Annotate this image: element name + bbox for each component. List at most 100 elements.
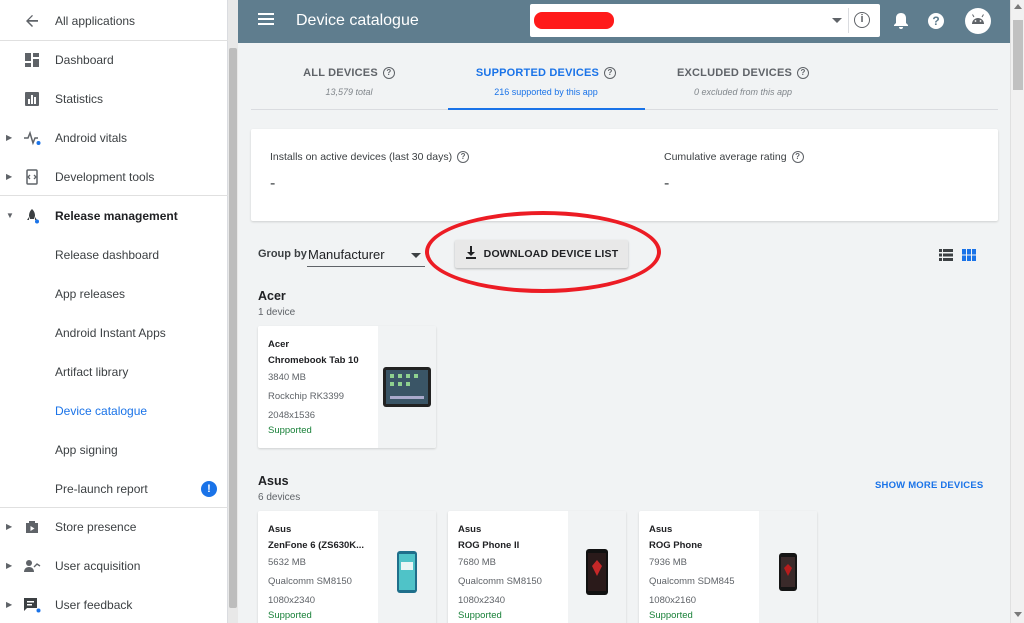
hamburger-menu-icon[interactable] — [258, 13, 274, 29]
user-acquisition-icon — [23, 557, 41, 575]
tab-all-devices[interactable]: ALL DEVICES? 13,579 total — [251, 60, 447, 110]
app-selector[interactable]: i — [530, 4, 880, 37]
sidebar-item-user-feedback[interactable]: ▶ User feedback — [0, 585, 228, 623]
device-ram: 7936 MB — [649, 557, 688, 568]
sidebar-item-store-presence[interactable]: ▶ Store presence — [0, 507, 228, 546]
device-card[interactable]: Asus ROG Phone 7936 MB Qualcomm SDM845 1… — [639, 511, 817, 623]
device-soc: Qualcomm SM8150 — [458, 576, 542, 587]
installs-stat-value: - — [270, 175, 276, 192]
sidebar-item-label: App releases — [55, 286, 126, 301]
expand-arrow-icon: ▶ — [6, 133, 13, 142]
sidebar-item-release-management[interactable]: ▼ Release management — [0, 196, 228, 235]
sidebar-item-device-catalogue[interactable]: Device catalogue — [0, 391, 228, 430]
list-view-icon[interactable] — [939, 248, 953, 261]
sidebar-item-artifact-library[interactable]: Artifact library — [0, 352, 228, 391]
tab-label: EXCLUDED DEVICES — [676, 67, 793, 79]
rocket-icon — [23, 207, 41, 225]
help-icon[interactable]: ? — [928, 13, 946, 31]
device-card[interactable]: Asus ROG Phone II 7680 MB Qualcomm SM815… — [448, 511, 626, 623]
expand-arrow-icon: ▶ — [6, 600, 13, 609]
sidebar-item-app-signing[interactable]: App signing — [0, 430, 228, 469]
download-device-list-button[interactable]: DOWNLOAD DEVICE LIST — [455, 240, 628, 268]
manufacturer-heading: Asus — [258, 474, 289, 488]
device-model: ROG Phone — [649, 540, 703, 551]
sidebar-item-pre-launch-report[interactable]: Pre-launch report ! — [0, 469, 228, 508]
app-selector-divider — [848, 8, 849, 33]
help-circle-icon[interactable]: ? — [457, 151, 470, 163]
sidebar-item-development-tools[interactable]: ▶ Development tools — [0, 157, 228, 196]
bar-chart-icon — [23, 90, 41, 108]
store-icon — [23, 518, 41, 536]
help-circle-icon[interactable]: ? — [382, 67, 395, 79]
device-status: Supported — [458, 610, 502, 621]
device-count: 6 devices — [258, 492, 301, 503]
scroll-up-icon[interactable] — [1014, 4, 1022, 9]
help-circle-icon[interactable]: ? — [791, 151, 804, 163]
chevron-down-icon — [411, 253, 421, 258]
device-soc: Rockchip RK3399 — [268, 391, 345, 402]
sidebar-item-statistics[interactable]: Statistics — [0, 79, 228, 118]
sidebar-item-label: Dashboard — [55, 52, 114, 67]
sidebar-item-android-vitals[interactable]: ▶ Android vitals — [0, 118, 228, 157]
device-resolution: 1080x2160 — [649, 595, 697, 606]
sidebar-item-label: Pre-launch report — [55, 481, 148, 496]
tab-label: ALL DEVICES — [303, 67, 378, 79]
help-circle-icon[interactable]: ? — [797, 67, 810, 79]
expand-arrow-icon: ▶ — [6, 561, 13, 570]
sidebar-item-label: Release dashboard — [55, 247, 160, 262]
sidebar-item-user-acquisition[interactable]: ▶ User acquisition — [0, 546, 228, 585]
expand-arrow-icon: ▶ — [6, 172, 13, 181]
tab-excluded-devices[interactable]: EXCLUDED DEVICES? 0 excluded from this a… — [645, 60, 841, 110]
info-icon[interactable]: i — [854, 12, 870, 28]
arrow-back-icon — [23, 12, 41, 30]
main-scroll-thumb[interactable] — [1013, 20, 1023, 90]
download-icon — [465, 246, 477, 262]
device-ram: 3840 MB — [268, 372, 307, 383]
alert-badge-icon: ! — [201, 480, 217, 497]
device-resolution: 1080x2340 — [268, 595, 316, 606]
tab-supported-devices[interactable]: SUPPORTED DEVICES? 216 supported by this… — [448, 60, 644, 110]
group-by-label: Group by — [258, 248, 307, 260]
rating-stat-label: Cumulative average rating ? — [664, 151, 804, 163]
tab-sublabel: 216 supported by this app — [494, 87, 598, 97]
group-by-value: Manufacturer — [308, 247, 385, 262]
dashboard-icon — [23, 51, 41, 69]
sidebar-item-android-instant-apps[interactable]: Android Instant Apps — [0, 313, 228, 352]
device-status: Supported — [268, 425, 312, 436]
tab-sublabel: 13,579 total — [325, 87, 373, 97]
grid-view-icon[interactable] — [962, 248, 976, 261]
sidebar-item-label: Development tools — [55, 169, 155, 184]
sidebar-item-dashboard[interactable]: Dashboard — [0, 40, 228, 79]
device-count: 1 device — [258, 307, 296, 318]
device-resolution: 1080x2340 — [458, 595, 506, 606]
sidebar-scroll-thumb[interactable] — [229, 48, 237, 608]
sidebar-item-release-dashboard[interactable]: Release dashboard — [0, 235, 228, 274]
sidebar-item-label: Store presence — [55, 519, 137, 534]
sidebar-item-app-releases[interactable]: App releases — [0, 274, 228, 313]
device-ram: 7680 MB — [458, 557, 497, 568]
sidebar-item-label: Release management — [55, 208, 178, 223]
active-tab-indicator — [448, 108, 645, 110]
main-scrollbar[interactable] — [1010, 0, 1024, 623]
group-by-select[interactable]: Manufacturer — [307, 243, 425, 267]
device-model: Chromebook Tab 10 — [268, 355, 359, 366]
device-manufacturer: Asus — [649, 524, 673, 535]
help-circle-icon[interactable]: ? — [604, 67, 617, 79]
stats-card: Installs on active devices (last 30 days… — [251, 129, 998, 221]
chevron-down-icon[interactable] — [832, 18, 842, 23]
notifications-bell-icon[interactable] — [893, 12, 911, 30]
device-status: Supported — [268, 610, 312, 621]
device-card[interactable]: Asus ZenFone 6 (ZS630K... 5632 MB Qualco… — [258, 511, 436, 623]
device-card[interactable]: Acer Chromebook Tab 10 3840 MB Rockchip … — [258, 326, 436, 448]
tab-sublabel: 0 excluded from this app — [693, 87, 793, 97]
account-avatar[interactable] — [965, 8, 991, 34]
sidebar-scrollbar[interactable] — [228, 0, 238, 623]
phone-image — [378, 511, 436, 623]
show-more-devices-link[interactable]: SHOW MORE DEVICES — [875, 480, 983, 491]
back-to-all-applications[interactable]: All applications — [0, 1, 228, 40]
device-soc: Qualcomm SDM845 — [649, 576, 735, 587]
vitals-icon — [23, 129, 41, 147]
sidebar-item-label: Device catalogue — [55, 403, 148, 418]
scroll-down-icon[interactable] — [1014, 612, 1022, 617]
phone-image — [568, 511, 626, 623]
